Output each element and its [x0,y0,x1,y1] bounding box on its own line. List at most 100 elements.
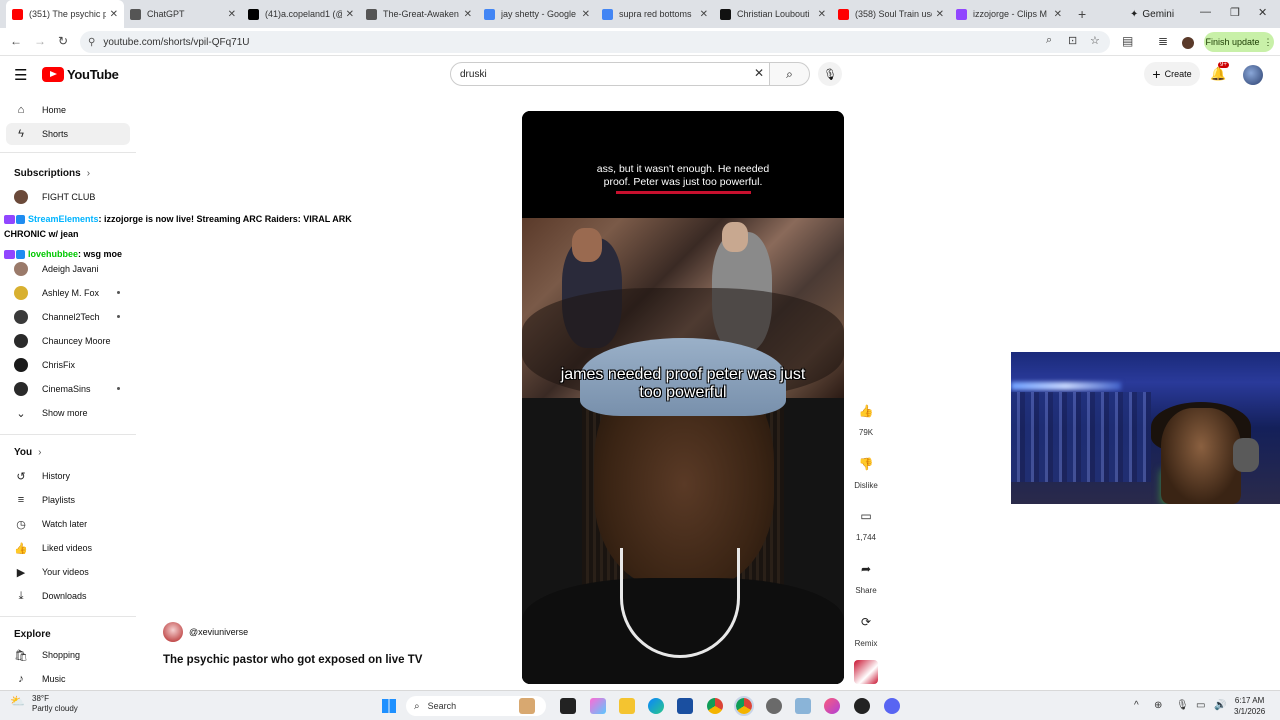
close-tab-icon[interactable]: ✕ [818,9,826,20]
dislike-button[interactable]: 👎 Dislike [850,451,882,490]
sidebar-item-subscription-2[interactable]: Ashley M. Fox [6,282,130,304]
short-video-player[interactable]: ass, but it wasn't enough. He needed pro… [522,111,844,684]
sidebar-item-history[interactable]: ↺ History [6,465,130,487]
browser-tab[interactable]: jay shetty - Google ✕ [478,0,596,28]
restore-icon[interactable]: ❐ [1230,6,1240,19]
browser-tab[interactable]: (41)a.copeland1 (@ ✕ [242,0,360,28]
comments-button[interactable]: ▭ 1,744 [850,503,882,542]
site-info-icon[interactable]: ⚲ [88,37,95,48]
url-input[interactable]: ⚲ youtube.com/shorts/vpil-QFq71U ⌕ ⊡ ☆ [80,31,1110,53]
tray-chevron-icon[interactable]: ^ [1134,700,1139,711]
bookmark-star-icon[interactable]: ☆ [1090,34,1100,47]
volume-tray-icon[interactable]: 🔊 [1214,700,1226,711]
minimize-icon[interactable]: — [1200,6,1211,18]
sidebar-item-your-videos[interactable]: ▶ Your videos [6,561,130,583]
weather-widget[interactable]: ⛅ 38°F Partly cloudy [10,694,78,714]
search-input[interactable]: druski [450,62,770,86]
back-icon[interactable]: ← [10,34,22,48]
subscriptions-heading[interactable]: Subscriptions › [14,168,90,179]
sidebar-item-like[interactable]: 👍 Liked videos [6,537,130,559]
sidebar-item-home[interactable]: ⌂ Home [6,99,130,121]
sidebar-item-playlists[interactable]: ≡ Playlists [6,489,130,511]
close-tab-icon[interactable]: ✕ [464,9,472,20]
sidebar-item-subscription-3[interactable]: Channel2Tech [6,306,130,328]
chrome-active-icon[interactable] [734,696,754,716]
youtube-logo[interactable]: YouTube [42,67,119,82]
sidebar-item-show-more[interactable]: ⌄ Show more [6,402,130,424]
settings-icon[interactable] [766,698,782,714]
media-controls-icon[interactable]: ≣ [1158,34,1168,48]
account-avatar[interactable] [1243,65,1263,85]
you-heading[interactable]: You › [14,447,42,458]
close-tab-icon[interactable]: ✕ [936,9,944,20]
like-button[interactable]: 👍 79K [850,398,882,437]
browser-tab-strip: (351) The psychic p ✕ ChatGPT ✕ (41)a.copela… [0,0,1280,28]
network-tray-icon[interactable]: ⊕ [1154,700,1162,711]
chrome-icon[interactable] [707,698,723,714]
discord-icon[interactable] [884,698,900,714]
browser-tab[interactable]: supra red bottoms ✕ [596,0,714,28]
browser-tab[interactable]: Christian Loubouti ✕ [714,0,832,28]
browser-tab[interactable]: The-Great-Awaken ✕ [360,0,478,28]
side-panel-icon[interactable]: ▤ [1122,34,1133,48]
sidebar-item-subscription-5[interactable]: ChrisFix [6,354,130,376]
sidebar-item-watch-later[interactable]: ◷ Watch later [6,513,130,535]
voice-search-button[interactable]: 🎙 [818,62,842,86]
app-icon[interactable] [854,698,870,714]
profile-avatar[interactable] [1182,37,1194,49]
browser-tab[interactable]: ChatGPT ✕ [124,0,242,28]
browser-tab[interactable]: (358) Soul Train use ✕ [832,0,950,28]
store-icon[interactable] [677,698,693,714]
youtube-wordmark: YouTube [67,67,119,82]
windows-start-icon[interactable] [382,699,396,713]
forward-icon[interactable]: → [34,34,46,48]
finish-update-button[interactable]: Finish update ⋮ [1204,32,1274,52]
browser-tab[interactable]: (351) The psychic p ✕ [6,0,124,28]
sidebar-item-subscription-0[interactable]: FIGHT CLUB [6,186,130,208]
channel-avatar[interactable] [163,622,183,642]
sound-thumbnail[interactable] [854,660,878,684]
sidebar-item-music[interactable]: ♪ Music [6,668,130,690]
channel-name[interactable]: @xeviuniverse [189,627,248,637]
sidebar-item-subscription-4[interactable]: Chauncey Moore [6,330,130,352]
browser-tab[interactable]: izzojorge - Clips M ✕ [950,0,1068,28]
close-tab-icon[interactable]: ✕ [346,9,354,20]
close-tab-icon[interactable]: ✕ [1054,9,1062,20]
reload-icon[interactable]: ↻ [58,34,68,48]
video-speaker [522,338,844,684]
itunes-icon[interactable] [824,698,840,714]
microphone-tray-icon[interactable]: 🎙 [1176,700,1189,711]
share-button[interactable]: ➦ Share [850,556,882,595]
system-clock[interactable]: 6:17 AM 3/1/2026 [1234,695,1265,717]
sidebar-item-subscription-1[interactable]: Adeigh Javani [6,258,130,280]
search-button[interactable]: ⌕ [770,62,810,86]
close-tab-icon[interactable]: ✕ [582,9,590,20]
close-tab-icon[interactable]: ✕ [700,9,708,20]
file-explorer-icon[interactable] [619,698,635,714]
sidebar-item-subscription-6[interactable]: CinemaSins [6,378,130,400]
close-tab-icon[interactable]: ✕ [228,9,236,20]
display-tray-icon[interactable]: ▭ [1196,700,1205,711]
menu-icon[interactable]: ☰ [14,66,27,84]
gemini-button[interactable]: ✦ Gemini [1122,4,1182,24]
close-tab-icon[interactable]: ✕ [110,9,118,20]
zoom-icon[interactable]: ⌕ [1046,34,1052,47]
notifications-bell-icon[interactable]: 🔔 9+ [1210,62,1229,82]
photos-icon[interactable] [795,698,811,714]
widgets-icon[interactable] [519,698,535,714]
edge-icon[interactable] [648,698,664,714]
clear-search-icon[interactable]: ✕ [754,66,764,80]
create-button[interactable]: + Create [1144,62,1200,86]
sidebar-item-download[interactable]: ⤓ Downloads [6,585,130,607]
terminal-icon[interactable] [560,698,576,714]
cast-icon[interactable]: ⊡ [1068,34,1077,47]
remix-button[interactable]: ⟳ Remix [850,609,882,648]
sidebar-item-shorts[interactable]: ϟ Shorts [6,123,130,145]
sidebar-item-shopping[interactable]: 🛍 Shopping [6,644,130,666]
close-window-icon[interactable]: ✕ [1258,6,1267,19]
chatgpt-icon [130,8,141,20]
new-tab-button[interactable]: + [1078,6,1086,22]
copilot-icon[interactable] [590,698,606,714]
sidebar-item-label: FIGHT CLUB [42,192,96,202]
explore-heading[interactable]: Explore [14,629,51,640]
